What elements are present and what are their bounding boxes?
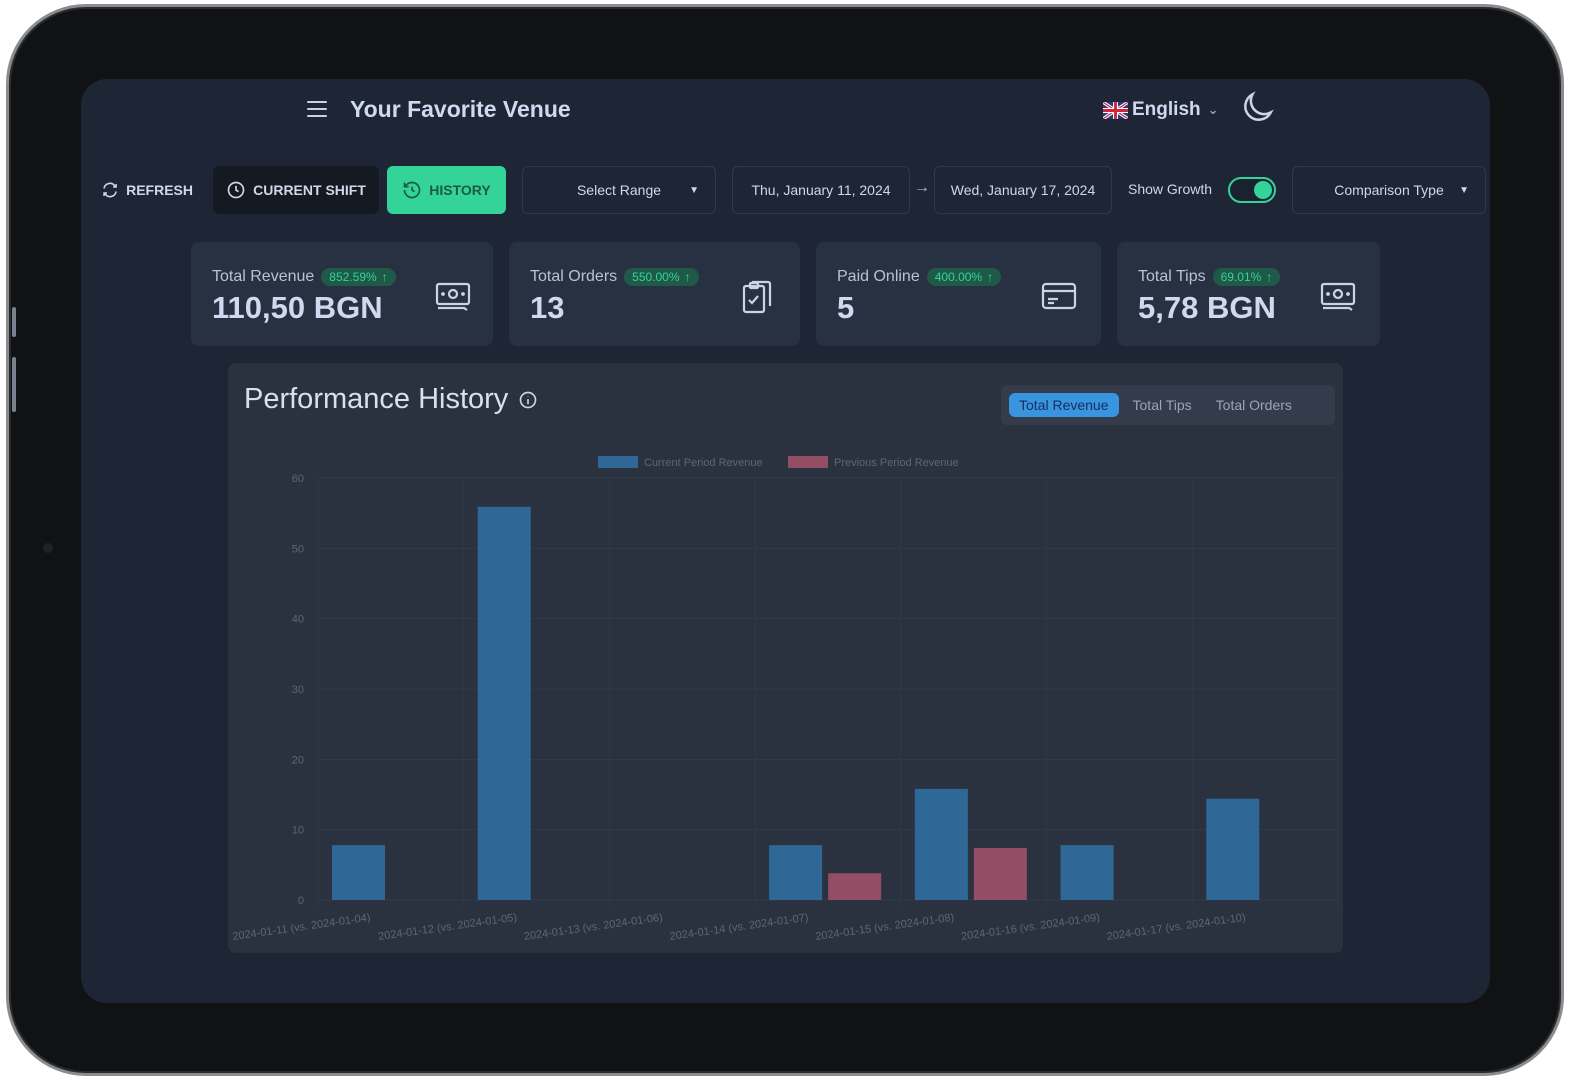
date-from-value: Thu, January 11, 2024 [751, 182, 891, 198]
venue-title: Your Favorite Venue [350, 96, 571, 122]
show-growth-toggle[interactable] [1228, 177, 1276, 203]
bar-current [1060, 845, 1114, 900]
bar-current [769, 845, 823, 900]
legend-swatch [598, 456, 638, 468]
history-icon [403, 181, 421, 199]
comparison-type-label: Comparison Type [1334, 182, 1444, 198]
volume-up-button [12, 357, 16, 412]
toggle-knob [1254, 181, 1272, 199]
arrow-up-icon: ↑ [987, 270, 994, 284]
card-label: Total Revenue [212, 268, 315, 285]
card-value: 110,50 BGN [212, 290, 383, 325]
select-range-dropdown[interactable]: Select Range ▼ [522, 166, 716, 214]
growth-badge: 550.00% ↑ [624, 268, 699, 286]
y-tick-label: 20 [292, 754, 304, 766]
card-value: 13 [530, 290, 565, 325]
credit-card-icon [1041, 282, 1077, 310]
x-tick-label: 2024-01-12 (vs. 2024-01-05) [377, 912, 517, 943]
performance-title-text: Performance History [244, 383, 509, 415]
y-tick-label: 10 [292, 825, 304, 837]
card-total-tips: Total Tips 69.01% ↑ 5,78 BGN [1117, 242, 1380, 346]
money-icon [1320, 282, 1356, 311]
clock-icon [227, 181, 245, 199]
bar-current [477, 506, 531, 900]
card-label: Paid Online [837, 268, 920, 285]
language-label: English [1132, 99, 1201, 120]
card-total-revenue: Total Revenue 852.59% ↑ 110,50 BGN [191, 242, 493, 346]
legend-label: Previous Period Revenue [834, 457, 959, 469]
y-tick-label: 30 [292, 684, 304, 696]
money-icon [435, 282, 471, 311]
card-total-orders: Total Orders 550.00% ↑ 13 [509, 242, 800, 346]
x-tick-label: 2024-01-15 (vs. 2024-01-08) [815, 912, 955, 943]
history-button[interactable]: HISTORY [387, 166, 506, 214]
uk-flag-icon [1103, 101, 1128, 119]
card-paid-online: Paid Online 400.00% ↑ 5 [816, 242, 1101, 346]
performance-history-panel: Performance History Total Revenue Total … [228, 363, 1343, 953]
tab-total-orders[interactable]: Total Orders [1206, 393, 1302, 417]
side-button [12, 307, 16, 337]
current-shift-label: CURRENT SHIFT [253, 182, 366, 198]
x-tick-label: 2024-01-14 (vs. 2024-01-07) [669, 912, 809, 943]
card-label: Total Tips [1138, 268, 1206, 285]
caret-down-icon: ▼ [689, 184, 699, 196]
arrow-up-icon: ↑ [381, 270, 388, 284]
camera [43, 543, 53, 553]
bar-current [914, 788, 968, 900]
bar-previous [973, 847, 1027, 900]
arrow-right-icon: → [914, 179, 930, 196]
arrow-up-icon: ↑ [1266, 270, 1273, 284]
y-tick-label: 50 [292, 543, 304, 555]
date-to-picker[interactable]: Wed, January 17, 2024 [934, 166, 1112, 214]
bar-current [1206, 798, 1260, 900]
card-value: 5,78 BGN [1138, 290, 1276, 325]
current-shift-button[interactable]: CURRENT SHIFT [213, 166, 379, 214]
card-value: 5 [837, 290, 855, 325]
bar-previous [828, 873, 882, 900]
moon-icon[interactable] [1239, 88, 1277, 126]
x-tick-label: 2024-01-11 (vs. 2024-01-04) [232, 912, 372, 943]
y-tick-label: 0 [298, 895, 304, 907]
date-from-picker[interactable]: Thu, January 11, 2024 [732, 166, 910, 214]
select-range-label: Select Range [576, 182, 662, 198]
comparison-type-dropdown[interactable]: Comparison Type ▼ [1292, 166, 1486, 214]
header: Your Favorite Venue English ⌄ [81, 79, 1490, 143]
metric-tabs: Total Revenue Total Tips Total Orders [1001, 385, 1335, 425]
clipboard-check-icon [742, 280, 772, 314]
refresh-button[interactable]: REFRESH [101, 166, 193, 214]
card-label: Total Orders [530, 268, 618, 285]
hamburger-menu-icon[interactable] [307, 101, 327, 119]
growth-badge: 852.59% ↑ [321, 268, 396, 286]
tab-total-revenue[interactable]: Total Revenue [1009, 393, 1119, 417]
show-growth-label: Show Growth [1128, 181, 1213, 197]
history-label: HISTORY [429, 182, 491, 198]
x-tick-label: 2024-01-16 (vs. 2024-01-09) [960, 912, 1100, 943]
bar-current [332, 845, 385, 900]
info-icon[interactable] [518, 390, 538, 410]
growth-badge: 69.01% ↑ [1212, 268, 1281, 286]
arrow-up-icon: ↑ [684, 270, 691, 284]
y-tick-label: 40 [292, 614, 304, 626]
refresh-icon [103, 182, 117, 198]
tab-total-tips[interactable]: Total Tips [1123, 393, 1202, 417]
x-tick-label: 2024-01-13 (vs. 2024-01-06) [523, 912, 663, 943]
toolbar: REFRESH CURRENT SHIFT HISTORY Select Ran… [81, 166, 1490, 216]
growth-badge: 400.00% ↑ [926, 268, 1002, 286]
x-tick-label: 2024-01-17 (vs. 2024-01-10) [1106, 912, 1246, 943]
revenue-bar-chart: 0 10 20 30 40 50 60 Current Period Revenue Previ… [232, 456, 1339, 943]
y-tick-label: 60 [292, 473, 304, 485]
caret-down-icon: ▼ [1459, 184, 1469, 196]
legend-label: Current Period Revenue [644, 457, 763, 469]
language-selector[interactable]: English ⌄ [1103, 99, 1219, 121]
legend-swatch [788, 456, 828, 468]
chevron-down-icon: ⌄ [1207, 102, 1219, 117]
date-to-value: Wed, January 17, 2024 [950, 182, 1096, 198]
refresh-label: REFRESH [126, 182, 193, 198]
app-screen: Your Favorite Venue English ⌄ REFRESH CU… [81, 79, 1490, 1003]
performance-title: Performance History [244, 383, 538, 416]
